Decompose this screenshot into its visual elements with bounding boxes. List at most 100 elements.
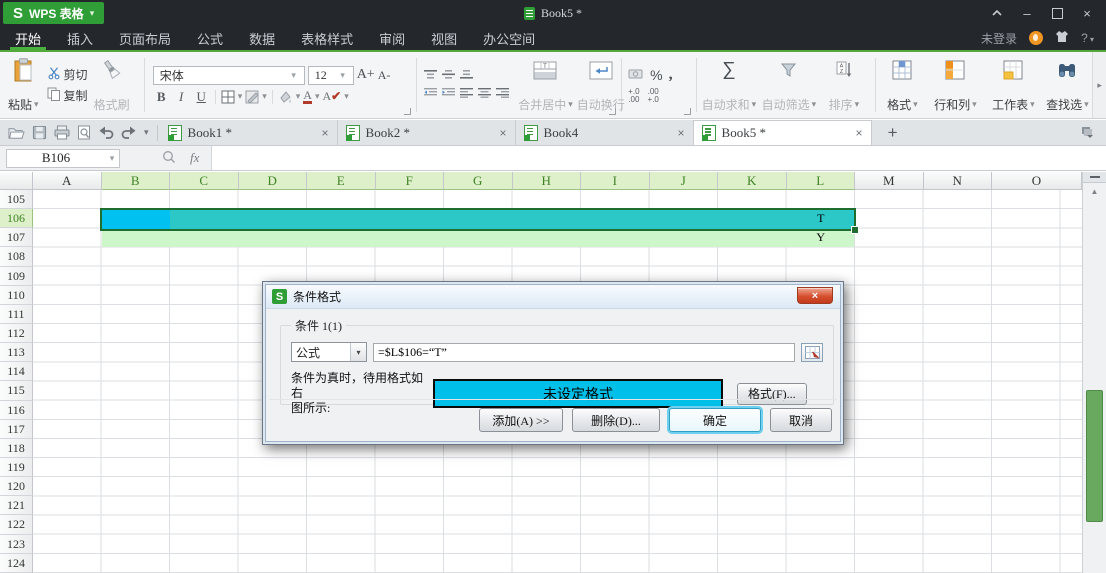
add-button[interactable]: 添加(A) >> <box>479 408 563 432</box>
format-menu-button[interactable]: 格式 ▾ <box>878 52 926 118</box>
row-header-115[interactable]: 115 <box>0 381 33 401</box>
increase-decimal-button[interactable]: +.0.00 <box>628 88 639 104</box>
align-left-icon[interactable] <box>459 87 474 101</box>
column-header-F[interactable]: F <box>375 172 444 190</box>
underline-button[interactable]: U <box>193 89 210 105</box>
row-header-105[interactable]: 105 <box>0 190 33 210</box>
ribbon-expand-button[interactable]: ▸ <box>1092 52 1106 118</box>
row-header-106[interactable]: 106 <box>0 209 33 229</box>
decrease-decimal-button[interactable]: .00 +.0 <box>648 88 659 104</box>
borders-button[interactable]: ▾ <box>221 90 242 104</box>
column-header-I[interactable]: I <box>581 172 650 190</box>
insert-function-button[interactable]: fx <box>190 150 199 166</box>
column-header-O[interactable]: O <box>992 172 1082 190</box>
document-tab-Book2[interactable]: Book2 * × <box>338 120 516 145</box>
highlight-color-button[interactable]: A✔ ▾ <box>322 89 348 104</box>
row-header-118[interactable]: 118 <box>0 438 33 458</box>
column-header-L[interactable]: L <box>786 172 855 190</box>
row-header-122[interactable]: 122 <box>0 515 33 535</box>
format-painter-button[interactable]: 格式刷 <box>92 52 132 118</box>
column-header-N[interactable]: N <box>923 172 992 190</box>
font-color-button[interactable]: A ▾ <box>303 89 319 104</box>
worksheet-button[interactable]: 工作表 ▾ <box>984 52 1042 118</box>
dialog-launcher-icon[interactable] <box>404 108 412 115</box>
formula-input[interactable] <box>211 146 1106 170</box>
merge-center-button[interactable]: T 合并居中 ▾ <box>516 52 575 118</box>
row-header-108[interactable]: 108 <box>0 247 33 267</box>
fill-color-button[interactable]: ▾ <box>278 90 300 104</box>
sort-button[interactable]: AZ 排序 ▾ <box>819 52 869 118</box>
row-header-110[interactable]: 110 <box>0 285 33 305</box>
decrease-indent-icon[interactable] <box>423 87 438 101</box>
wrap-text-button[interactable]: 自动换行 <box>575 52 627 118</box>
align-bottom-icon[interactable] <box>459 69 474 83</box>
column-header-C[interactable]: C <box>170 172 239 190</box>
row-header-111[interactable]: 111 <box>0 304 33 324</box>
ok-button[interactable]: 确定 <box>669 408 761 432</box>
row-header-109[interactable]: 109 <box>0 266 33 286</box>
row-header-114[interactable]: 114 <box>0 362 33 382</box>
wps-app-button[interactable]: S WPS 表格 ▾ <box>3 2 105 24</box>
close-button[interactable]: × <box>1072 2 1102 24</box>
format-button[interactable]: 格式(F)... <box>737 382 807 405</box>
scrollbar-thumb[interactable] <box>1086 390 1103 522</box>
copy-button[interactable]: 复制 <box>47 87 88 105</box>
dialog-close-button[interactable]: × <box>797 287 833 304</box>
collapse-ribbon-button[interactable] <box>982 2 1012 24</box>
row-header-107[interactable]: 107 <box>0 228 33 248</box>
cell-shading-button[interactable]: ▾ <box>245 90 267 104</box>
align-top-icon[interactable] <box>423 69 438 83</box>
user-avatar-icon[interactable] <box>1029 31 1044 45</box>
name-box[interactable]: B106 ▾ <box>6 148 120 168</box>
document-tab-Book5[interactable]: Book5 * × <box>693 120 872 145</box>
comma-icon[interactable]: , <box>669 66 673 84</box>
dialog-titlebar[interactable]: S 条件格式 × <box>266 285 840 309</box>
rows-columns-button[interactable]: 行和列 ▾ <box>926 52 984 118</box>
select-all-corner[interactable] <box>0 172 33 190</box>
menu-tab-2[interactable]: 页面布局 <box>106 26 184 50</box>
grow-font-button[interactable]: A+ <box>357 67 375 83</box>
column-header-E[interactable]: E <box>307 172 376 190</box>
menu-tab-7[interactable]: 视图 <box>418 26 470 50</box>
column-header-M[interactable]: M <box>855 172 924 190</box>
column-header-K[interactable]: K <box>718 172 787 190</box>
print-preview-button[interactable] <box>77 125 91 140</box>
column-header-H[interactable]: H <box>512 172 581 190</box>
search-icon[interactable] <box>162 150 176 167</box>
condition-formula-input[interactable] <box>373 342 795 362</box>
row-header-117[interactable]: 117 <box>0 419 33 439</box>
column-header-B[interactable]: B <box>101 172 170 190</box>
menu-tab-4[interactable]: 数据 <box>236 26 288 50</box>
column-header-D[interactable]: D <box>238 172 307 190</box>
menu-tab-1[interactable]: 插入 <box>54 26 106 50</box>
row-header-121[interactable]: 121 <box>0 496 33 516</box>
cell-L106[interactable]: T <box>787 209 856 228</box>
row-header-112[interactable]: 112 <box>0 323 33 344</box>
paste-button[interactable]: 粘贴 ▾ <box>6 52 41 118</box>
redo-button[interactable] <box>121 126 137 139</box>
autofilter-button[interactable]: 自动筛选 ▾ <box>759 52 819 118</box>
tab-list-button[interactable] <box>1080 120 1106 145</box>
italic-button[interactable]: I <box>173 89 190 105</box>
document-tab-Book1[interactable]: Book1 * × <box>160 120 338 145</box>
row-header-119[interactable]: 119 <box>0 457 33 478</box>
column-header-G[interactable]: G <box>444 172 513 190</box>
vertical-scrollbar[interactable]: ▲ <box>1082 172 1106 573</box>
maximize-button[interactable] <box>1042 2 1072 24</box>
align-right-icon[interactable] <box>495 87 510 101</box>
shrink-font-button[interactable]: A- <box>378 68 391 83</box>
tab-close-icon[interactable]: × <box>856 126 863 140</box>
font-size-combo[interactable]: 12 ▾ <box>307 65 354 85</box>
range-picker-button[interactable] <box>801 342 823 362</box>
help-button[interactable]: ? ▾ <box>1081 31 1094 45</box>
currency-icon[interactable] <box>628 68 644 82</box>
cell-L107[interactable]: Y <box>787 228 856 247</box>
scroll-up-icon[interactable]: ▲ <box>1083 183 1106 199</box>
cancel-button[interactable]: 取消 <box>770 408 832 432</box>
new-tab-button[interactable]: + <box>872 120 914 145</box>
minimize-button[interactable]: – <box>1012 2 1042 24</box>
align-center-icon[interactable] <box>477 87 492 101</box>
dialog-launcher-icon[interactable] <box>683 108 691 115</box>
tab-close-icon[interactable]: × <box>678 126 685 140</box>
row-header-120[interactable]: 120 <box>0 477 33 497</box>
